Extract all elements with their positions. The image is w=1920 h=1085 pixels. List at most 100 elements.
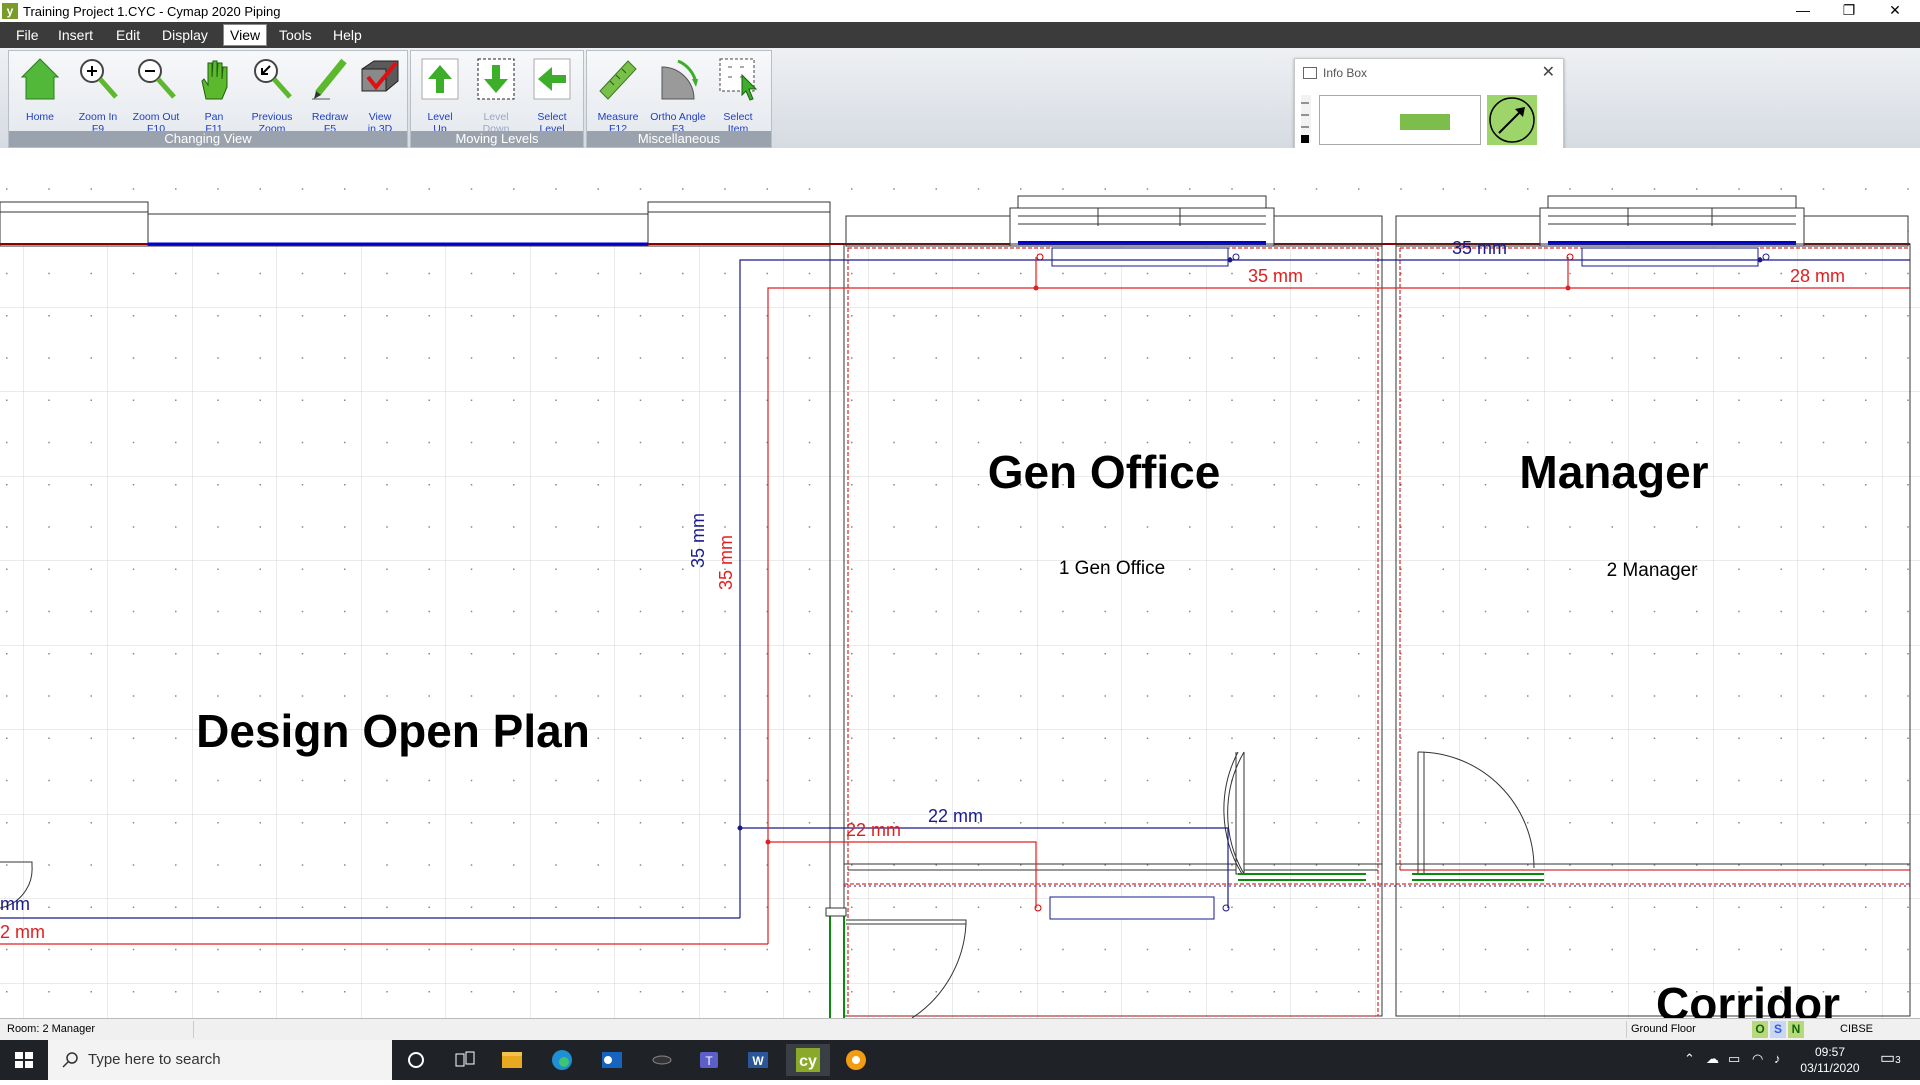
app-icon[interactable] [640, 1044, 684, 1076]
select-level-button[interactable]: Select Level [525, 55, 579, 135]
taskbar-clock[interactable]: 09:57 03/11/2020 [1792, 1044, 1868, 1076]
menu-tools[interactable]: Tools [273, 25, 318, 45]
status-bar: Room: 2 Manager Ground Floor O S N CIBSE [0, 1018, 1920, 1041]
indicator-o[interactable]: O [1752, 1021, 1768, 1038]
taskbar-search-placeholder: Type here to search [88, 1051, 221, 1068]
room-name-gen-office: Gen Office [988, 446, 1221, 498]
svg-text:W: W [752, 1054, 764, 1068]
cymap-icon[interactable]: cy [786, 1044, 830, 1076]
home-button[interactable]: Home [13, 55, 67, 131]
window-manager[interactable] [1539, 195, 1805, 247]
edge-icon[interactable] [540, 1044, 584, 1076]
pipe-label-flow-left: mm [0, 894, 30, 914]
volume-icon[interactable]: ♪ [1774, 1051, 1781, 1066]
view-3d-icon [361, 60, 399, 92]
close-icon[interactable]: ✕ [1872, 0, 1918, 22]
network-icon[interactable]: ◠ [1752, 1051, 1763, 1067]
menu-insert[interactable]: Insert [52, 25, 99, 45]
group-label-moving-levels: Moving Levels [411, 131, 583, 147]
outlook-icon[interactable] [590, 1044, 634, 1076]
room-name-design-open-plan: Design Open Plan [196, 705, 590, 757]
home-icon [20, 58, 60, 100]
measure-label: Measure [597, 111, 639, 123]
measure-button[interactable]: Measure F12 [591, 55, 645, 135]
zoom-in-button[interactable]: Zoom In F9 [71, 55, 125, 135]
level-up-button[interactable]: Level Up [413, 55, 467, 135]
info-box-panel[interactable]: Info Box ✕ [1294, 58, 1564, 152]
room-label-gen-office: 1 Gen Office [1059, 558, 1165, 579]
notifications-icon[interactable]: ▭3 [1880, 1048, 1901, 1068]
menu-display[interactable]: Display [156, 25, 214, 45]
search-icon [62, 1052, 78, 1068]
status-room: Room: 2 Manager [0, 1021, 194, 1038]
teams-icon[interactable]: T [688, 1044, 732, 1076]
menu-file[interactable]: File [10, 25, 45, 45]
ribbon-toolbar: Home Zoom In F9 Zoom Out F10 Pan F11 Pre… [0, 48, 1920, 148]
menu-edit[interactable]: Edit [110, 25, 146, 45]
group-label-changing-view: Changing View [9, 131, 407, 147]
menu-help[interactable]: Help [327, 25, 368, 45]
restore-icon[interactable]: ❐ [1826, 0, 1872, 22]
menu-bar: File Insert Edit Display View Tools Help [0, 22, 1920, 48]
ortho-angle-label: Ortho Angle [650, 111, 706, 123]
info-box-display [1319, 95, 1481, 145]
zoom-out-button[interactable]: Zoom Out F10 [129, 55, 183, 135]
indicator-s[interactable]: S [1770, 1021, 1786, 1038]
previous-zoom-icon [254, 59, 292, 99]
pipe-label-flow-lower: 22 mm [928, 806, 983, 826]
clock-date: 03/11/2020 [1800, 1061, 1860, 1075]
previous-zoom-button[interactable]: Previous Zoom [245, 55, 299, 135]
measure-ruler-icon [599, 60, 637, 100]
info-box-title: Info Box [1323, 66, 1368, 80]
word-icon[interactable]: W [736, 1044, 780, 1076]
sun-app-icon[interactable] [834, 1044, 878, 1076]
info-box-scale [1301, 95, 1311, 143]
level-up-icon [421, 58, 459, 100]
svg-text:T: T [705, 1054, 713, 1068]
pipe-label-return-lower: 22 mm [846, 820, 901, 840]
indicator-n[interactable]: N [1788, 1021, 1804, 1038]
radiator-manager[interactable] [1566, 247, 1770, 267]
room-label-manager: 2 Manager [1607, 560, 1699, 581]
redraw-label: Redraw [311, 111, 349, 123]
svg-text:cy: cy [799, 1053, 817, 1070]
taskbar-search-box[interactable]: Type here to search [48, 1040, 392, 1080]
windows-start-icon[interactable] [0, 1040, 48, 1080]
ortho-angle-button[interactable]: Ortho Angle F3 [650, 55, 706, 135]
status-standard: CIBSE [1840, 1023, 1874, 1035]
pan-label: Pan [204, 111, 224, 123]
clock-time: 09:57 [1814, 1045, 1846, 1059]
room-name-manager: Manager [1519, 446, 1708, 498]
view-3d-button[interactable]: View in 3D [353, 55, 407, 135]
window-title: Training Project 1.CYC - Cymap 2020 Pipi… [23, 4, 281, 19]
previous-zoom-label: Previous [251, 111, 293, 123]
select-item-button[interactable]: Select Item [711, 55, 765, 135]
floor-plan[interactable]: Gen Office 1 Gen Office Manager 2 Manage… [0, 148, 1920, 1018]
pan-hand-icon [201, 60, 228, 100]
view-3d-label: View [368, 111, 392, 123]
level-up-label: Level [427, 111, 453, 123]
level-down-button[interactable]: Level Down [469, 55, 523, 135]
drawing-canvas[interactable]: Gen Office 1 Gen Office Manager 2 Manage… [0, 148, 1920, 1018]
onedrive-icon[interactable]: ☁ [1706, 1051, 1719, 1067]
pipe-label-return-manager: 28 mm [1790, 266, 1845, 286]
task-view-icon[interactable] [442, 1044, 486, 1076]
windows-taskbar: Type here to search T W cy ⌃ ☁ ▭ ◠ ♪ 09:… [0, 1040, 1920, 1080]
battery-icon[interactable]: ▭ [1728, 1051, 1740, 1067]
menu-view[interactable]: View [223, 24, 268, 46]
window-gen-office[interactable] [1009, 195, 1275, 247]
show-hidden-icons-icon[interactable]: ⌃ [1684, 1051, 1695, 1067]
cortana-icon[interactable] [394, 1044, 438, 1076]
radiator-corridor[interactable] [1034, 896, 1230, 920]
radiator-gen-office[interactable] [1036, 247, 1240, 267]
grid-lines [0, 244, 1920, 1018]
minimize-icon[interactable]: — [1780, 0, 1826, 22]
pan-button[interactable]: Pan F11 [187, 55, 241, 135]
status-floor: Ground Floor [1626, 1021, 1751, 1038]
info-box-close-icon[interactable]: ✕ [1542, 62, 1555, 82]
info-box-indicator [1400, 114, 1450, 130]
north-compass-icon[interactable] [1487, 95, 1537, 145]
file-explorer-icon[interactable] [490, 1044, 534, 1076]
zoom-out-icon [138, 59, 176, 99]
group-label-miscellaneous: Miscellaneous [587, 131, 771, 147]
